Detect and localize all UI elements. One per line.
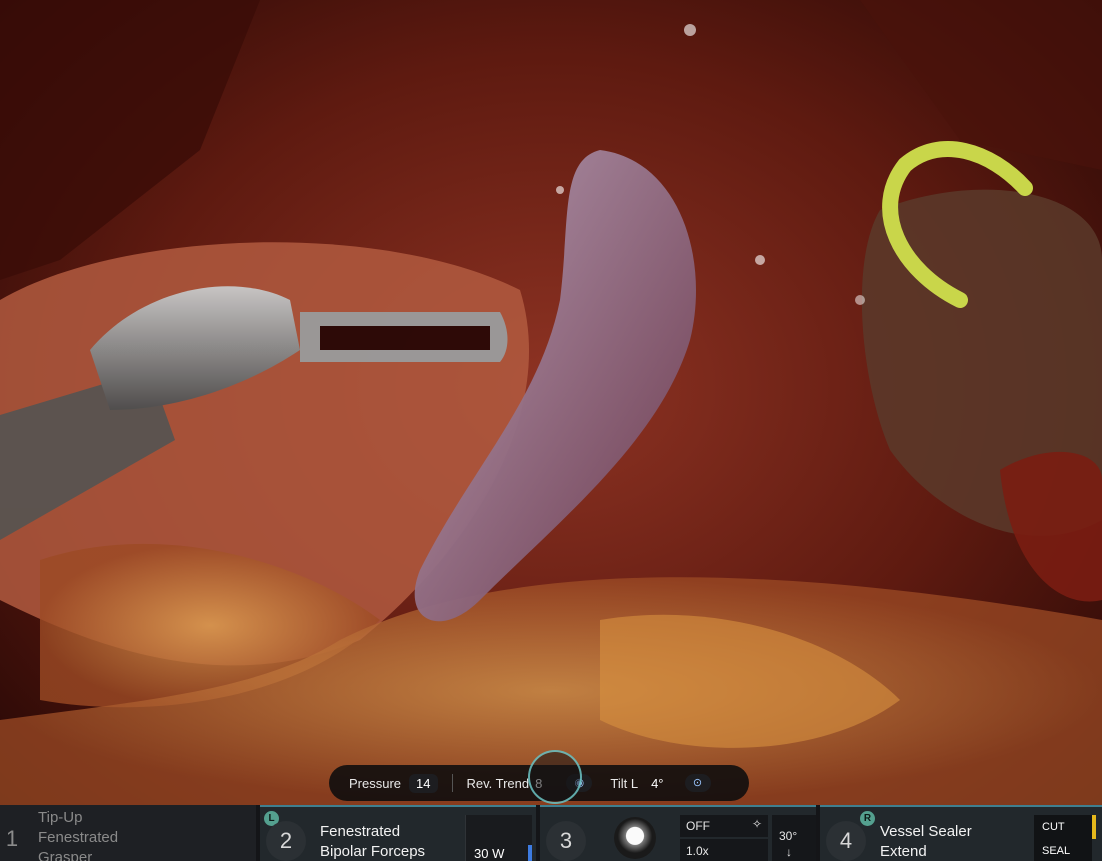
instrument-slot-2[interactable]: L 2 Fenestrated Bipolar Forceps 30 W [260, 805, 536, 861]
pressure-label: Pressure [349, 775, 402, 791]
instrument-slot-4[interactable]: R 4 Vessel Sealer Extend CUT SEAL [820, 805, 1102, 861]
tilt-label: Tilt L [610, 775, 639, 791]
cut-label: CUT [1042, 821, 1065, 833]
endoscope-view [0, 0, 1102, 861]
arm-number: 1 [5, 826, 19, 851]
power-indicator [528, 845, 532, 861]
arm-number: 2 [266, 821, 306, 861]
arm-number: 4 [826, 821, 866, 861]
arm-number: 3 [546, 821, 586, 861]
trend-label: Rev. Trend [466, 775, 530, 791]
power-value: 30 W [474, 846, 505, 861]
zoom-value: 1.0x [686, 844, 709, 858]
energy-mode: CUT SEAL [1034, 815, 1092, 861]
instrument-name-line-2: Extend [880, 843, 927, 860]
scope-angle-value: 30° [779, 829, 798, 843]
energy-power: 30 W [465, 815, 532, 861]
instrument-name: Vessel Sealer Extend [880, 822, 972, 861]
camera-focus-ring[interactable] [528, 750, 582, 804]
camera-mode-value: OFF [686, 819, 710, 833]
instrument-name-line-3: Grasper [38, 849, 93, 861]
zoom-control[interactable]: 1.0x [680, 839, 768, 861]
3d-icon: ✧ [751, 817, 762, 831]
endoscope-lens-icon [614, 817, 656, 859]
instrument-name: Fenestrated Bipolar Forceps [320, 822, 425, 861]
camera-mode[interactable]: OFF ✧ [680, 815, 768, 837]
divider [451, 774, 453, 792]
seal-label: SEAL [1042, 845, 1071, 857]
seal-indicator [1092, 815, 1096, 839]
instrument-name-line-1: Tip-Up [38, 809, 83, 826]
instrument-name-line-2: Bipolar Forceps [320, 843, 426, 860]
instrument-slot-3[interactable]: 3 OFF ✧ 1.0x 30° ↓ [540, 805, 816, 861]
instrument-name: Tip-Up Fenestrated Grasper [38, 808, 118, 861]
arrow-down-icon: ↓ [786, 845, 792, 859]
right-hand-badge: R [860, 811, 875, 826]
camera-controls: OFF ✧ 1.0x 30° ↓ [680, 815, 816, 861]
table-tilt-icon: ⊙ [684, 774, 711, 792]
instrument-bar: 1 Tip-Up Fenestrated Grasper L 2 Fenestr… [0, 805, 1102, 861]
pressure-value: 14 [409, 773, 438, 793]
scope-angle[interactable]: 30° ↓ [772, 815, 816, 861]
instrument-name-line-1: Fenestrated [320, 823, 401, 840]
tilt-value: 4° [651, 775, 664, 791]
instrument-name-line-2: Fenestrated [38, 829, 119, 846]
instrument-name-line-1: Vessel Sealer [880, 823, 972, 840]
instrument-slot-1[interactable]: 1 Tip-Up Fenestrated Grasper [0, 805, 256, 861]
